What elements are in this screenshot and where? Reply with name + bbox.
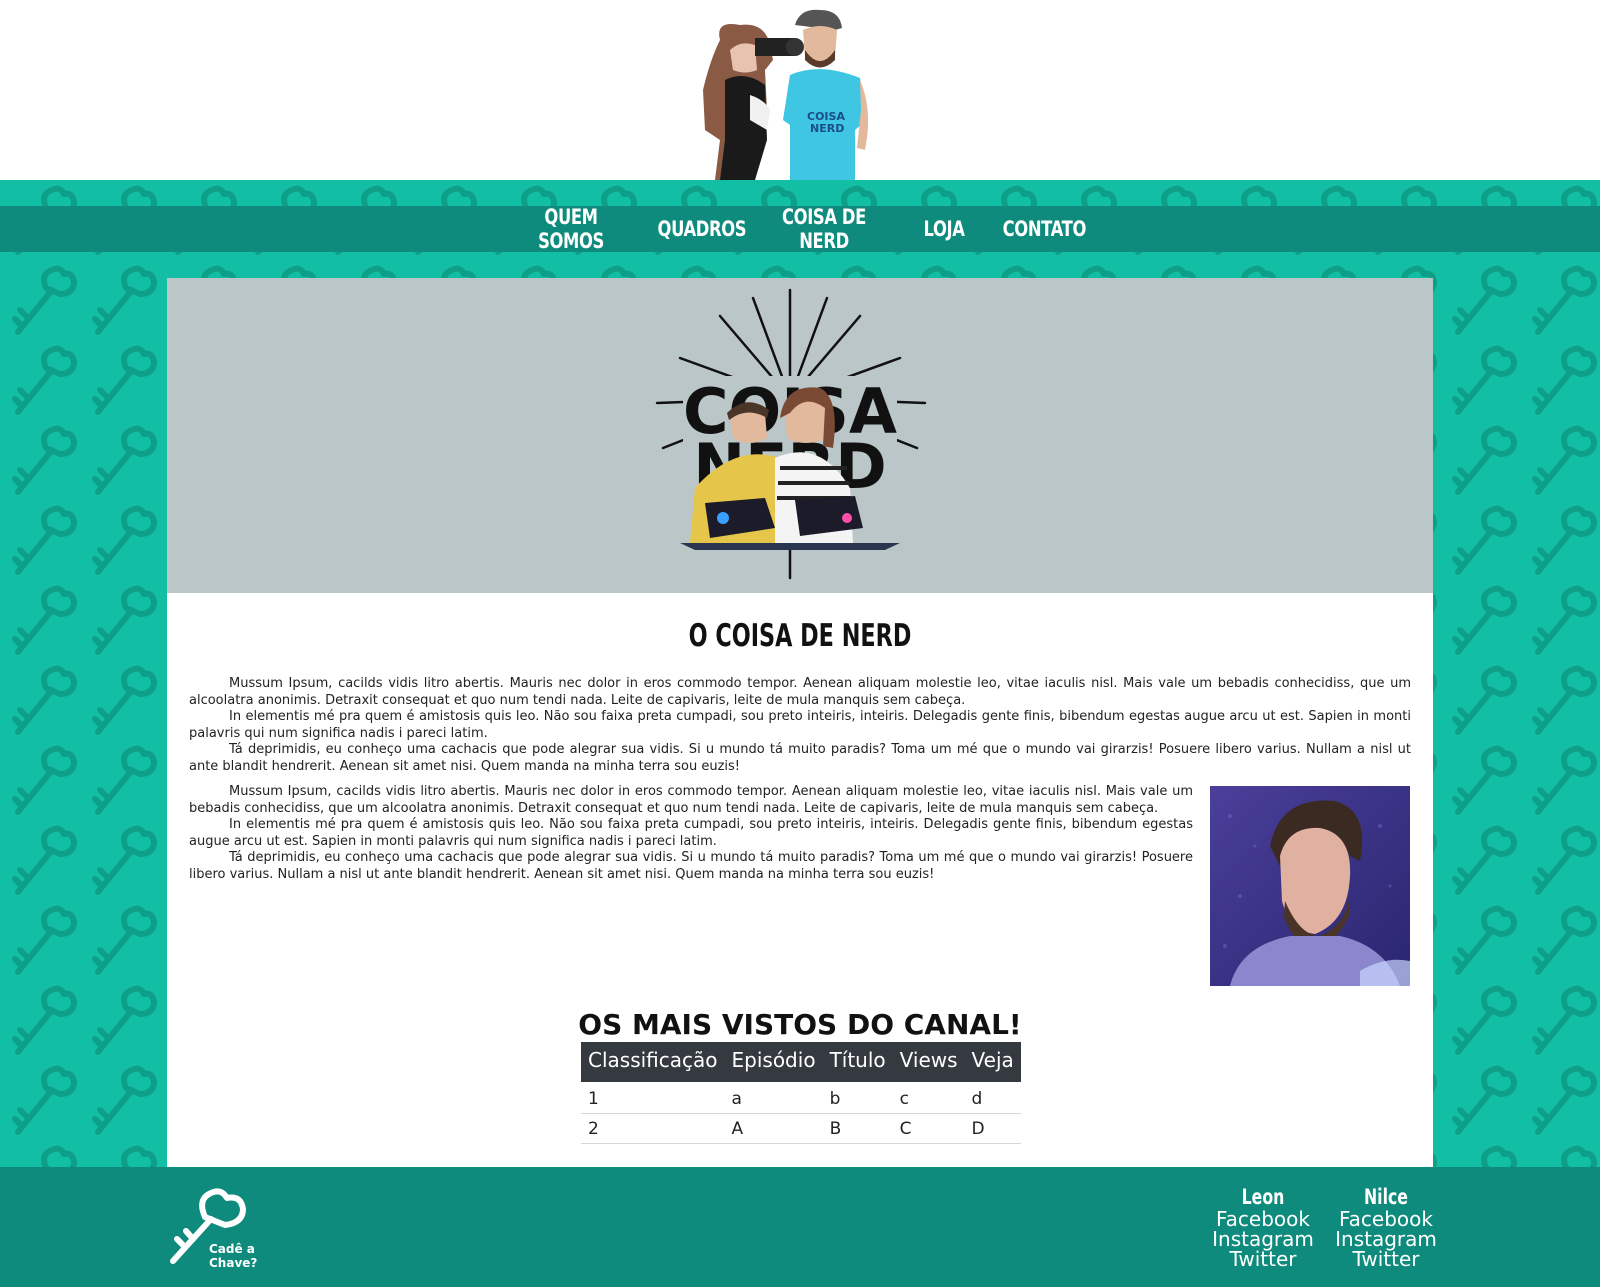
hero-banner: COISA NERD: [167, 278, 1433, 593]
table-cell: 1: [581, 1082, 725, 1114]
article-paragraph: In elementis mé pra quem é amistosis qui…: [189, 709, 1411, 741]
table-cell: b: [822, 1082, 893, 1114]
article-paragraph: Tá deprimidis, eu conheço uma cachacis q…: [189, 850, 1193, 882]
coisa-de-nerd-logo: COISA NERD: [655, 288, 927, 580]
ranking-table-wrapper: Classificação Episódio Título Views Veja…: [581, 1042, 1021, 1144]
article-paragraph: Mussum Ipsum, cacilds vidis litro aberti…: [189, 676, 1411, 708]
social-name-leon: Leon: [1241, 1185, 1285, 1209]
nav-item-contato[interactable]: CONTATO: [1003, 217, 1087, 241]
article-bottom: Mussum Ipsum, cacilds vidis litro aberti…: [189, 784, 1193, 884]
hosts-photo: COISA NERD: [703, 9, 869, 180]
section-title: O COISA DE NERD: [688, 618, 912, 654]
article-top: Mussum Ipsum, cacilds vidis litro aberti…: [189, 676, 1411, 776]
leon-facebook-link[interactable]: Facebook: [1208, 1209, 1318, 1229]
table-cell: c: [892, 1082, 965, 1114]
nav-item-coisa-de-nerd[interactable]: COISA DE NERD: [767, 205, 881, 253]
social-nilce: Nilce Facebook Instagram Twitter: [1331, 1185, 1441, 1270]
col-header-episodio: Episódio: [724, 1042, 823, 1082]
header: COISA NERD: [0, 0, 1600, 180]
cade-a-chave-logo[interactable]: Cadê a Chave?: [167, 1185, 262, 1275]
nav-item-loja[interactable]: LOJA: [914, 217, 975, 241]
article-paragraph: Tá deprimidis, eu conheço uma cachacis q…: [189, 742, 1411, 774]
ranking-title: OS MAIS VISTOS DO CANAL!: [578, 1008, 1022, 1041]
col-header-titulo: Título: [822, 1042, 893, 1082]
social-name-nilce: Nilce: [1363, 1185, 1408, 1209]
nilce-instagram-link[interactable]: Instagram: [1331, 1229, 1441, 1249]
nilce-twitter-link[interactable]: Twitter: [1331, 1249, 1441, 1269]
table-row: 1 a b c d: [581, 1082, 1021, 1114]
leon-instagram-link[interactable]: Instagram: [1208, 1229, 1318, 1249]
leon-twitter-link[interactable]: Twitter: [1208, 1249, 1318, 1269]
table-cell: A: [724, 1113, 823, 1144]
table-cell: B: [822, 1113, 893, 1144]
social-leon: Leon Facebook Instagram Twitter: [1208, 1185, 1318, 1270]
table-header-row: Classificação Episódio Título Views Veja: [581, 1042, 1021, 1082]
table-cell: d: [964, 1082, 1021, 1114]
table-row: 2 A B C D: [581, 1113, 1021, 1144]
table-cell: 2: [581, 1113, 725, 1144]
nav-item-quadros[interactable]: QUADROS: [658, 217, 747, 241]
svg-text:NERD: NERD: [810, 122, 844, 135]
logo-text-line2: Chave?: [209, 1256, 257, 1270]
ranking-table: Classificação Episódio Título Views Veja…: [581, 1042, 1021, 1144]
logo-text-line1: Cadê a: [209, 1242, 255, 1256]
footer: Cadê a Chave? Leon Facebook Instagram Tw…: [0, 1167, 1600, 1287]
table-cell: D: [964, 1113, 1021, 1144]
article-paragraph: In elementis mé pra quem é amistosis qui…: [189, 817, 1193, 849]
table-cell: a: [724, 1082, 823, 1114]
table-cell: C: [892, 1113, 965, 1144]
leon-photo: [1210, 786, 1410, 986]
col-header-views: Views: [892, 1042, 965, 1082]
main-nav: QUEM SOMOS QUADROS COISA DE NERD LOJA CO…: [0, 205, 1600, 253]
nav-item-quem-somos[interactable]: QUEM SOMOS: [518, 205, 624, 253]
main-content: COISA NERD O COISA DE NERD Mussum Ipsum,…: [167, 278, 1433, 1167]
col-header-classificacao: Classificação: [581, 1042, 725, 1082]
nilce-facebook-link[interactable]: Facebook: [1331, 1209, 1441, 1229]
article-paragraph: Mussum Ipsum, cacilds vidis litro aberti…: [189, 784, 1193, 816]
col-header-veja: Veja: [964, 1042, 1021, 1082]
